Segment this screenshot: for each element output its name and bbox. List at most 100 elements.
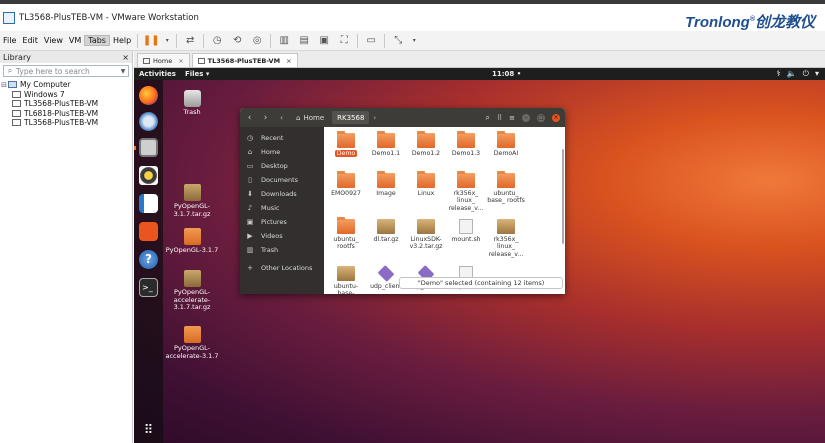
back-icon[interactable]: ‹ bbox=[243, 111, 256, 124]
menu-view[interactable]: View bbox=[41, 36, 66, 45]
close-icon[interactable]: × bbox=[552, 113, 560, 122]
folder-icon bbox=[497, 171, 515, 188]
chevron-down-icon[interactable]: ▼ bbox=[118, 68, 128, 75]
file-label: Demo1.3 bbox=[451, 150, 481, 157]
tree-item-vm[interactable]: Windows 7 bbox=[0, 90, 132, 100]
tab-home[interactable]: Home × bbox=[137, 53, 190, 67]
minimize-icon[interactable]: – bbox=[522, 113, 530, 122]
sidebar-item-trash[interactable]: ▥ Trash bbox=[240, 243, 324, 257]
camera-icon: ▣ bbox=[246, 218, 254, 226]
fit-guest-icon[interactable]: ▣ bbox=[317, 34, 331, 48]
terminal-icon[interactable]: >_ bbox=[139, 278, 158, 297]
send-keys-icon[interactable]: ⇄ bbox=[183, 34, 197, 48]
menu-icon[interactable]: ≡ bbox=[509, 114, 515, 122]
file-item[interactable]: dl.tar.gz bbox=[366, 219, 406, 243]
desktop-icon-folder[interactable]: PyOpenGL-accelerate-3.1.7 bbox=[164, 326, 220, 360]
forward-icon[interactable]: › bbox=[259, 111, 272, 124]
files-icon[interactable] bbox=[139, 138, 158, 157]
toolbar-divider bbox=[270, 33, 272, 48]
sidebar-item-videos[interactable]: ▶ Videos bbox=[240, 229, 324, 243]
system-tray[interactable]: ⚕ 🔈 ⏻ ▾ bbox=[776, 69, 819, 79]
snapshot-icon[interactable]: ◷ bbox=[210, 34, 224, 48]
firefox-icon[interactable] bbox=[139, 86, 158, 105]
vm-icon bbox=[12, 100, 21, 108]
scrollbar[interactable] bbox=[562, 149, 564, 244]
help-icon[interactable]: ? bbox=[139, 250, 158, 269]
snapshot-manager-icon[interactable]: ◎ bbox=[250, 34, 264, 48]
menu-edit[interactable]: Edit bbox=[19, 36, 41, 45]
sidebar-item-other-locations[interactable]: + Other Locations bbox=[240, 261, 324, 275]
file-item[interactable]: LinuxSDK-v3.2.tar.gz bbox=[406, 219, 446, 251]
rhythmbox-icon[interactable] bbox=[139, 166, 158, 185]
show-applications-icon[interactable]: ⠿ bbox=[139, 424, 158, 443]
sidebar-item-documents[interactable]: ▯ Documents bbox=[240, 173, 324, 187]
path-home-button[interactable]: ⌂ Home bbox=[292, 111, 328, 124]
menu-help[interactable]: Help bbox=[110, 36, 134, 45]
file-item[interactable]: EMO0927 bbox=[326, 171, 366, 197]
desktop-icon-archive[interactable]: PyOpenGL-3.1.7.tar.gz bbox=[164, 184, 220, 218]
menu-tabs[interactable]: Tabs bbox=[84, 35, 110, 46]
files-app-menu[interactable]: Files ▾ bbox=[185, 70, 209, 78]
file-item[interactable]: DemoAI bbox=[486, 131, 526, 157]
file-item[interactable]: rk356x_ linux_ release_v... bbox=[486, 219, 526, 258]
clock[interactable]: 11:08 • bbox=[492, 70, 521, 78]
file-item[interactable]: ubuntu-base- bbox=[326, 266, 366, 294]
close-icon[interactable]: × bbox=[178, 57, 183, 65]
ubuntu-top-bar: Activities Files ▾ 11:08 • ⚕ 🔈 ⏻ ▾ bbox=[134, 68, 825, 80]
file-item[interactable]: ubuntu_ base_ rootfs bbox=[486, 171, 526, 205]
tree-item-vm[interactable]: TL6818-PlusTEB-VM bbox=[0, 109, 132, 119]
file-item[interactable]: Demo1.3 bbox=[446, 131, 486, 157]
file-item[interactable]: Linux bbox=[406, 171, 446, 197]
tab-vm[interactable]: TL3568-PlusTEB-VM × bbox=[191, 53, 298, 67]
console-view-icon[interactable]: ▭ bbox=[364, 34, 378, 48]
dropdown-arrow-icon[interactable]: ▾ bbox=[164, 34, 170, 48]
sidebar-item-home[interactable]: ⌂ Home bbox=[240, 145, 324, 159]
sidebar-item-music[interactable]: ♪ Music bbox=[240, 201, 324, 215]
stretch-guest-icon[interactable]: ⤡ bbox=[391, 34, 405, 48]
file-item[interactable]: Demo bbox=[326, 131, 366, 157]
collapse-icon[interactable]: ⊟ bbox=[0, 81, 8, 89]
file-item[interactable]: mount.sh bbox=[446, 219, 486, 243]
revert-snapshot-icon[interactable]: ⟲ bbox=[230, 34, 244, 48]
dropdown-arrow-icon[interactable]: ▾ bbox=[411, 34, 417, 48]
vm-icon bbox=[197, 57, 205, 64]
maximize-icon[interactable]: □ bbox=[537, 113, 545, 122]
file-item[interactable]: ubuntu_ rootfs bbox=[326, 217, 366, 251]
guest-display[interactable]: Activities Files ▾ 11:08 • ⚕ 🔈 ⏻ ▾ ? >_ … bbox=[134, 68, 825, 443]
desktop-icon-label: PyOpenGL-3.1.7.tar.gz bbox=[173, 202, 211, 218]
path-overflow-icon[interactable]: ‹ bbox=[275, 111, 288, 124]
desktop-icon-trash[interactable]: Trash bbox=[164, 90, 220, 117]
menu-vm[interactable]: VM bbox=[66, 36, 84, 45]
search-icon[interactable]: ⌕ bbox=[486, 113, 490, 123]
file-item[interactable]: Demo1.1 bbox=[366, 131, 406, 157]
libreoffice-writer-icon[interactable] bbox=[139, 194, 158, 213]
file-label: Demo bbox=[334, 150, 358, 157]
path-next-icon[interactable]: › bbox=[373, 114, 376, 122]
library-search-input[interactable]: ⌕ Type here to search ▼ bbox=[3, 65, 129, 77]
full-screen-icon[interactable]: ⛶ bbox=[337, 34, 351, 48]
sidebar-item-desktop[interactable]: ▭ Desktop bbox=[240, 159, 324, 173]
thumbnail-bar-icon[interactable]: ▤ bbox=[297, 34, 311, 48]
tree-item-my-computer[interactable]: ⊟ My Computer bbox=[0, 80, 132, 90]
thunderbird-icon[interactable] bbox=[139, 112, 158, 131]
file-item[interactable]: rk356x_ linux_ release_v... bbox=[446, 171, 486, 212]
desktop-icon-archive[interactable]: PyOpenGL-accelerate-3.1.7.tar.gz bbox=[164, 270, 220, 312]
menu-file[interactable]: File bbox=[0, 36, 19, 45]
tree-item-vm[interactable]: TL3568-PlusTEB-VM bbox=[0, 99, 132, 109]
software-center-icon[interactable] bbox=[139, 222, 158, 241]
file-item[interactable]: Demo1.2 bbox=[406, 131, 446, 157]
desktop-icon-folder[interactable]: PyOpenGL-3.1.7 bbox=[164, 228, 220, 255]
sidebar-toggle-icon[interactable]: ▥ bbox=[277, 34, 291, 48]
view-toggle-icon[interactable]: ⠿ bbox=[497, 114, 502, 122]
sidebar-item-downloads[interactable]: ⬇ Downloads bbox=[240, 187, 324, 201]
activities-button[interactable]: Activities bbox=[139, 70, 176, 78]
sidebar-item-recent[interactable]: ◷ Recent bbox=[240, 131, 324, 145]
sidebar-item-pictures[interactable]: ▣ Pictures bbox=[240, 215, 324, 229]
tree-item-vm[interactable]: TL3568-PlusTEB-VM bbox=[0, 118, 132, 128]
path-current-button[interactable]: RK3568 bbox=[332, 111, 370, 124]
pause-icon[interactable]: ❚❚ bbox=[143, 34, 160, 48]
file-item[interactable]: Image bbox=[366, 171, 406, 197]
desktop-icon-label: PyOpenGL-accelerate-3.1.7 bbox=[165, 344, 219, 360]
close-icon[interactable]: × bbox=[122, 53, 129, 62]
close-icon[interactable]: × bbox=[286, 57, 291, 65]
